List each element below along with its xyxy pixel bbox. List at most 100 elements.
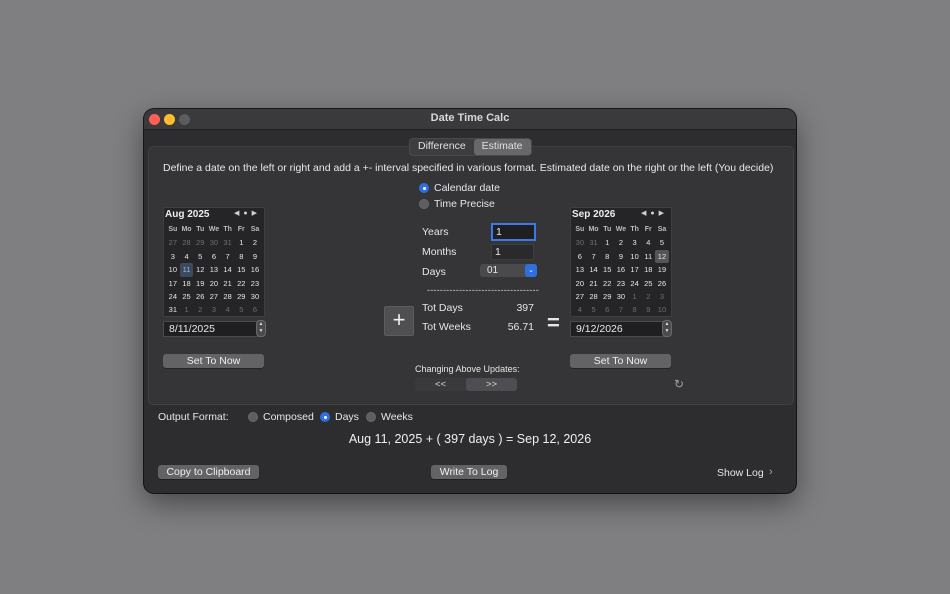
calendar-day[interactable]: 25 [180,290,194,303]
calendar-day[interactable]: 19 [655,263,669,276]
calendar-day[interactable]: 27 [573,290,587,303]
calendar-day[interactable]: 8 [234,250,248,263]
radio-days[interactable]: Days [320,411,359,423]
calendar-day[interactable]: 5 [193,250,207,263]
calendar-day[interactable]: 17 [166,277,180,290]
calendar-day[interactable]: 5 [234,303,248,316]
left-set-to-now-button[interactable]: Set To Now [163,354,264,368]
calendar-day[interactable]: 26 [655,277,669,290]
calendar-day[interactable]: 4 [180,250,194,263]
calendar-day[interactable]: 10 [166,263,180,276]
update-right-button[interactable]: >> [466,378,517,391]
calendar-day[interactable]: 4 [221,303,235,316]
calendar-day[interactable]: 3 [655,290,669,303]
calendar-day[interactable]: 27 [166,236,180,249]
calendar-day[interactable]: 10 [655,303,669,316]
calendar-day[interactable]: 1 [600,236,614,249]
calendar-day[interactable]: 13 [207,263,221,276]
calendar-day[interactable]: 27 [207,290,221,303]
calendar-day[interactable]: 16 [614,263,628,276]
calendar-day[interactable]: 18 [641,263,655,276]
calendar-day[interactable]: 10 [628,250,642,263]
calendar-day[interactable]: 9 [614,250,628,263]
calendar-day-grid[interactable]: Su Mo Tu We Th Fr Sa 27 28 29 30 31 1 2 3 4 5 6 7 8 9 10 11 12 1… [166,223,262,317]
calendar-day[interactable]: 5 [655,236,669,249]
show-log-button[interactable]: Show Log [717,467,764,479]
calendar-day[interactable]: 18 [180,277,194,290]
calendar-day[interactable]: 1 [180,303,194,316]
radio-weeks[interactable]: Weeks [366,411,413,423]
calendar-day[interactable]: 21 [221,277,235,290]
calendar-day[interactable]: 6 [207,250,221,263]
calendar-day[interactable]: 5 [587,303,601,316]
calendar-day[interactable]: 31 [587,236,601,249]
calendar-day[interactable]: 3 [628,236,642,249]
calendar-day[interactable]: 14 [587,263,601,276]
calendar-day[interactable]: 16 [248,263,262,276]
plus-operator-button[interactable]: + [384,306,414,336]
calendar-day[interactable]: 11 [641,250,655,263]
calendar-day[interactable]: 7 [587,250,601,263]
calendar-day[interactable]: 30 [614,290,628,303]
right-set-to-now-button[interactable]: Set To Now [570,354,671,368]
radio-composed[interactable]: Composed [248,411,314,423]
calendar-day[interactable]: 30 [248,290,262,303]
calendar-day[interactable]: 12 [655,249,669,264]
left-calendar[interactable]: Aug 2025 ◀●▶ Su Mo Tu We Th Fr Sa 27 28 29 30 31 1 2 3… [163,207,265,317]
calendar-day[interactable]: 1 [234,236,248,249]
calendar-nav[interactable]: ◀●▶ [234,209,261,217]
calendar-day[interactable]: 31 [166,303,180,316]
calendar-day[interactable]: 2 [193,303,207,316]
calendar-nav[interactable]: ◀●▶ [641,209,668,217]
calendar-day[interactable]: 9 [248,250,262,263]
radio-calendar-date[interactable]: Calendar date [419,182,500,194]
calendar-day[interactable]: 6 [600,303,614,316]
calendar-day[interactable]: 28 [221,290,235,303]
calendar-day[interactable]: 3 [207,303,221,316]
years-input[interactable]: 1 [491,223,536,241]
calendar-day[interactable]: 30 [573,236,587,249]
calendar-day[interactable]: 24 [166,290,180,303]
calendar-day[interactable]: 6 [248,303,262,316]
calendar-day[interactable]: 2 [614,236,628,249]
calendar-day[interactable]: 20 [573,277,587,290]
calendar-day[interactable]: 2 [248,236,262,249]
calendar-day[interactable]: 7 [614,303,628,316]
calendar-day[interactable]: 31 [221,236,235,249]
calendar-day[interactable]: 2 [641,290,655,303]
calendar-day[interactable]: 15 [600,263,614,276]
copy-to-clipboard-button[interactable]: Copy to Clipboard [158,465,259,479]
chevron-right-icon[interactable]: › [769,466,773,478]
calendar-day[interactable]: 8 [600,250,614,263]
calendar-day[interactable]: 14 [221,263,235,276]
calendar-day[interactable]: 6 [573,250,587,263]
calendar-day[interactable]: 22 [234,277,248,290]
calendar-day[interactable]: 23 [614,277,628,290]
calendar-day-grid[interactable]: Su Mo Tu We Th Fr Sa 30 31 1 2 3 4 5 6 7 8 9 10 11 12 13 14 15 1… [573,223,669,317]
calendar-day[interactable]: 1 [628,290,642,303]
right-calendar[interactable]: Sep 2026 ◀●▶ Su Mo Tu We Th Fr Sa 30 31 1 2 3 4 5 6 7 8 9… [570,207,672,317]
calendar-day[interactable]: 28 [180,236,194,249]
tab-difference[interactable]: Difference [410,139,474,155]
calendar-day[interactable]: 24 [628,277,642,290]
calendar-day[interactable]: 17 [628,263,642,276]
calendar-day[interactable]: 29 [234,290,248,303]
calendar-day[interactable]: 19 [193,277,207,290]
calendar-day[interactable]: 15 [234,263,248,276]
calendar-day[interactable]: 30 [207,236,221,249]
calendar-day[interactable]: 20 [207,277,221,290]
calendar-day[interactable]: 9 [641,303,655,316]
calendar-day[interactable]: 4 [573,303,587,316]
calendar-day[interactable]: 23 [248,277,262,290]
update-left-button[interactable]: << [415,378,466,391]
calendar-day[interactable]: 29 [600,290,614,303]
radio-time-precise[interactable]: Time Precise [419,198,495,210]
left-date-field[interactable]: 8/11/2025 [163,321,258,337]
calendar-day[interactable]: 28 [587,290,601,303]
calendar-day[interactable]: 21 [587,277,601,290]
calendar-day[interactable]: 13 [573,263,587,276]
calendar-day[interactable]: 25 [641,277,655,290]
months-input[interactable]: 1 [491,244,534,260]
calendar-day[interactable]: 8 [628,303,642,316]
calendar-day[interactable]: 4 [641,236,655,249]
